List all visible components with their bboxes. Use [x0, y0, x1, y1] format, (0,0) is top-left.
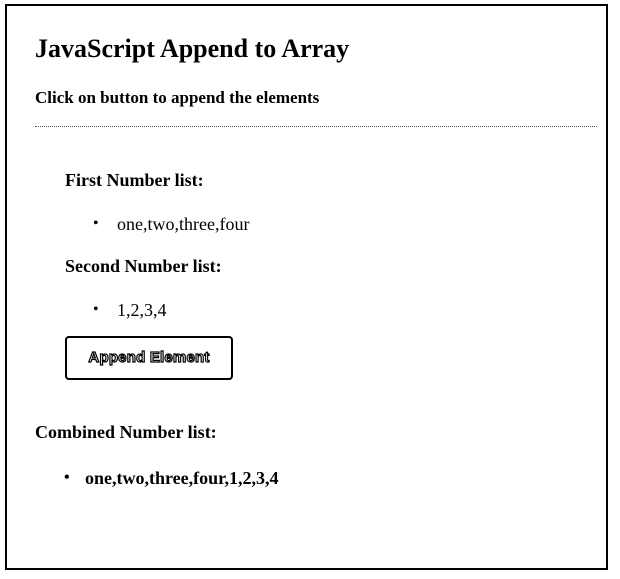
page-frame: JavaScript Append to Array Click on butt… — [5, 4, 608, 570]
second-list-item: • 1,2,3,4 — [93, 299, 167, 321]
bullet-icon: • — [64, 469, 70, 486]
first-list-label: First Number list: — [65, 170, 204, 190]
instruction-text: Click on button to append the elements — [35, 88, 320, 107]
second-list-label: Second Number list: — [65, 256, 222, 276]
append-element-button[interactable]: Append Element — [65, 336, 233, 380]
first-list-item: • one,two,three,four — [93, 213, 250, 235]
bullet-icon: • — [93, 215, 99, 232]
divider — [35, 126, 597, 127]
second-list-item-text: 1,2,3,4 — [117, 300, 167, 320]
combined-list-item-text: one,two,three,four,1,2,3,4 — [85, 468, 279, 488]
combined-list-label: Combined Number list: — [35, 422, 217, 442]
first-list-item-text: one,two,three,four — [117, 214, 250, 234]
combined-list-item: • one,two,three,four,1,2,3,4 — [64, 467, 279, 489]
bullet-icon: • — [93, 301, 99, 318]
page-title: JavaScript Append to Array — [35, 34, 350, 63]
